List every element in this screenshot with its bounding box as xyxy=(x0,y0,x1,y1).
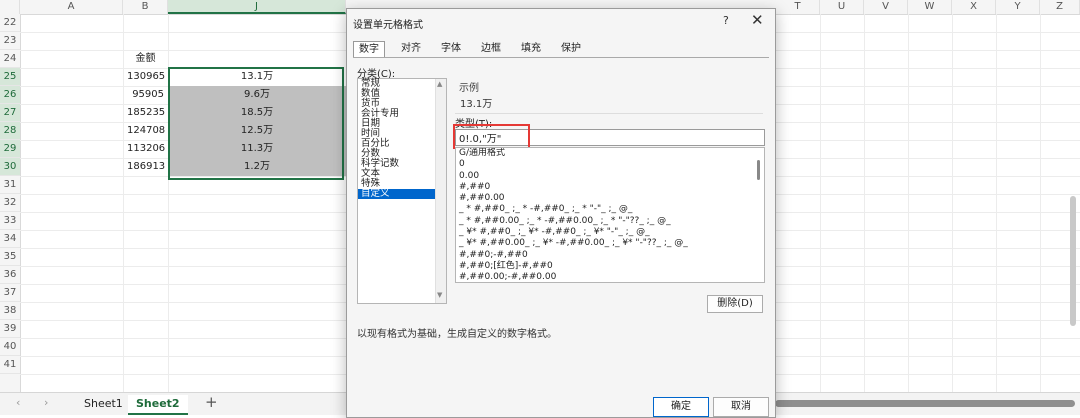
row-header[interactable]: 25 xyxy=(0,68,20,86)
dialog-title: 设置单元格格式 xyxy=(353,20,423,31)
row-header[interactable]: 37 xyxy=(0,284,20,302)
formatted-cell[interactable]: 11.3万 xyxy=(168,140,346,158)
prev-sheet-icon[interactable]: ‹ xyxy=(16,396,20,409)
format-code-item[interactable]: _ ¥* #,##0_ ;_ ¥* -#,##0_ ;_ ¥* "-"_ ;_ … xyxy=(456,227,764,238)
row-header[interactable]: 31 xyxy=(0,176,20,194)
column-header-x[interactable]: X xyxy=(952,0,996,14)
sample-value: 13.1万 xyxy=(460,99,493,110)
format-code-item[interactable]: G/通用格式 xyxy=(456,148,764,159)
format-code-item[interactable]: #,##0;-#,##0 xyxy=(456,250,764,261)
row-header[interactable]: 28 xyxy=(0,122,20,140)
close-icon[interactable]: ✕ xyxy=(751,11,764,29)
help-icon[interactable]: ? xyxy=(723,14,729,27)
format-code-item[interactable]: #,##0.00;-#,##0.00 xyxy=(456,272,764,282)
sample-box: 13.1万 xyxy=(455,91,763,114)
amount-cell[interactable]: 95905 xyxy=(123,86,168,104)
formatted-cell[interactable]: 1.2万 xyxy=(168,158,346,176)
sheet-tab-sheet2[interactable]: Sheet2 xyxy=(128,395,188,415)
row-header[interactable]: 23 xyxy=(0,32,20,50)
row-header[interactable]: 22 xyxy=(0,14,20,32)
amount-cell[interactable]: 113206 xyxy=(123,140,168,158)
column-header-w[interactable]: W xyxy=(908,0,952,14)
sheet-tab-sheet1[interactable]: Sheet1 xyxy=(76,395,131,413)
category-scrollbar[interactable]: ▲ ▼ xyxy=(435,79,446,303)
format-list-scrollbar[interactable] xyxy=(752,148,764,282)
delete-button[interactable]: 删除(D) xyxy=(707,295,763,313)
cancel-button[interactable]: 取消 xyxy=(713,397,769,417)
row-header-column: 22 23 24 25 26 27 28 29 30 31 32 33 34 3… xyxy=(0,14,21,392)
format-code-list[interactable]: G/通用格式 0 0.00 #,##0 #,##0.00 _ * #,##0_ … xyxy=(455,147,765,283)
tab-number[interactable]: 数字 xyxy=(353,41,385,58)
tab-font[interactable]: 字体 xyxy=(437,41,465,57)
format-code-item[interactable]: 0 xyxy=(456,159,764,170)
amount-cell[interactable]: 186913 xyxy=(123,158,168,176)
gridline xyxy=(1040,14,1041,392)
gridline xyxy=(864,14,865,392)
format-code-item[interactable]: 0.00 xyxy=(456,171,764,182)
row-header[interactable]: 36 xyxy=(0,266,20,284)
row-header[interactable]: 24 xyxy=(0,50,20,68)
format-code-item[interactable]: _ * #,##0.00_ ;_ * -#,##0.00_ ;_ * "-"??… xyxy=(456,216,764,227)
tab-protection[interactable]: 保护 xyxy=(557,41,585,57)
column-header-b[interactable]: B xyxy=(123,0,168,14)
format-code-item[interactable]: _ ¥* #,##0.00_ ;_ ¥* -#,##0.00_ ;_ ¥* "-… xyxy=(456,238,764,249)
gridline xyxy=(820,14,821,392)
format-code-item[interactable]: #,##0;[红色]-#,##0 xyxy=(456,261,764,272)
column-header-t[interactable]: T xyxy=(776,0,820,14)
column-header-y[interactable]: Y xyxy=(996,0,1040,14)
amount-cell[interactable]: 130965 xyxy=(123,68,168,86)
row-header[interactable]: 34 xyxy=(0,230,20,248)
format-list-scroll-thumb[interactable] xyxy=(757,160,760,180)
type-label: 类型(T): xyxy=(455,119,493,130)
tab-alignment[interactable]: 对齐 xyxy=(397,41,425,57)
add-sheet-icon[interactable]: + xyxy=(205,393,218,411)
column-header-v[interactable]: V xyxy=(864,0,908,14)
vertical-scrollbar[interactable] xyxy=(1070,196,1076,326)
gridline xyxy=(908,14,909,392)
tab-divider xyxy=(353,57,769,58)
format-description: 以现有格式为基础，生成自定义的数字格式。 xyxy=(357,329,557,340)
column-header-j[interactable]: J xyxy=(168,0,346,14)
column-header-z[interactable]: Z xyxy=(1040,0,1080,14)
gridline xyxy=(996,14,997,392)
scroll-up-icon[interactable]: ▲ xyxy=(437,80,442,88)
horizontal-scrollbar[interactable] xyxy=(775,400,1075,407)
column-header-a[interactable]: A xyxy=(20,0,123,14)
formatted-cell[interactable]: 13.1万 xyxy=(168,68,346,86)
row-header[interactable]: 29 xyxy=(0,140,20,158)
amount-cell[interactable]: 124708 xyxy=(123,122,168,140)
category-list[interactable]: 常规 数值 货币 会计专用 日期 时间 百分比 分数 科学记数 文本 特殊 自定… xyxy=(357,78,447,304)
amount-header-cell[interactable]: 金额 xyxy=(123,50,168,68)
column-header-u[interactable]: U xyxy=(820,0,864,14)
row-header[interactable]: 32 xyxy=(0,194,20,212)
row-header[interactable]: 26 xyxy=(0,86,20,104)
ok-button[interactable]: 确定 xyxy=(653,397,709,417)
row-header[interactable]: 39 xyxy=(0,320,20,338)
row-header[interactable]: 27 xyxy=(0,104,20,122)
next-sheet-icon[interactable]: › xyxy=(44,396,48,409)
amount-cell[interactable]: 185235 xyxy=(123,104,168,122)
select-all-corner[interactable] xyxy=(0,0,20,14)
row-header[interactable]: 40 xyxy=(0,338,20,356)
row-header[interactable]: 38 xyxy=(0,302,20,320)
category-item-custom[interactable]: 自定义 xyxy=(358,189,446,199)
formatted-cell[interactable]: 9.6万 xyxy=(168,86,346,104)
format-code-item[interactable]: #,##0 xyxy=(456,182,764,193)
gridline xyxy=(952,14,953,392)
type-input[interactable] xyxy=(455,129,765,146)
tab-fill[interactable]: 填充 xyxy=(517,41,545,57)
scroll-down-icon[interactable]: ▼ xyxy=(437,291,442,299)
format-cells-dialog: 设置单元格格式 ? ✕ 数字 对齐 字体 边框 填充 保护 分类(C): 常规 … xyxy=(346,8,776,418)
row-header[interactable]: 35 xyxy=(0,248,20,266)
format-code-item[interactable]: #,##0.00 xyxy=(456,193,764,204)
formatted-cell[interactable]: 18.5万 xyxy=(168,104,346,122)
formatted-cell[interactable]: 12.5万 xyxy=(168,122,346,140)
format-code-item[interactable]: _ * #,##0_ ;_ * -#,##0_ ;_ * "-"_ ;_ @_ xyxy=(456,204,764,215)
row-header[interactable]: 30 xyxy=(0,158,20,176)
row-header[interactable]: 41 xyxy=(0,356,20,374)
row-header[interactable]: 33 xyxy=(0,212,20,230)
tab-border[interactable]: 边框 xyxy=(477,41,505,57)
